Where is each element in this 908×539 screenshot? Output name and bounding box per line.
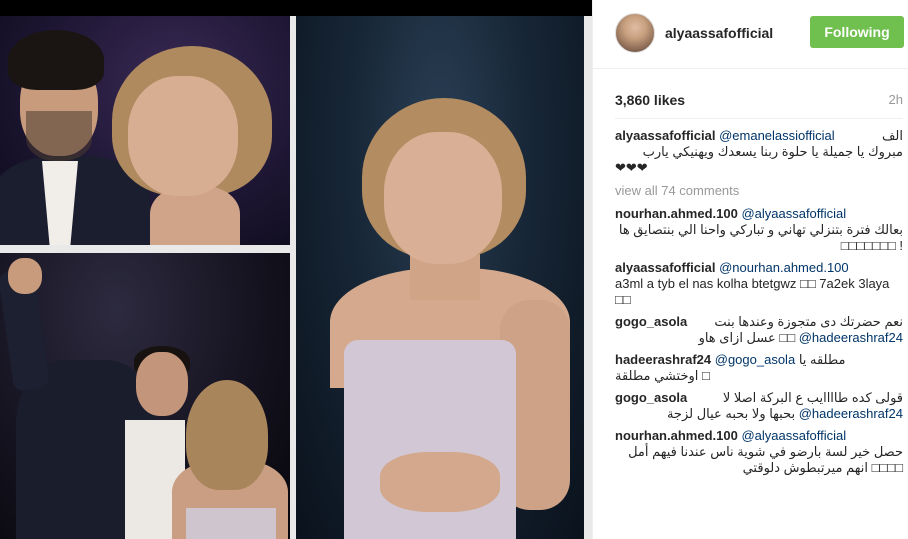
comment-mention[interactable]: @alyaassafofficial — [741, 428, 846, 443]
post-header: alyaassafofficial Following — [593, 0, 908, 69]
woman-face — [384, 132, 502, 264]
post-age[interactable]: 2h — [889, 92, 903, 107]
comment-mention[interactable]: @hadeerashraf24 — [799, 330, 903, 345]
woman-hand — [380, 452, 500, 512]
comment-item: gogo_asola قولى كده طاااايب ع البركة اصل… — [615, 390, 903, 422]
comment-username[interactable]: alyaassafofficial — [615, 128, 715, 143]
comment-text: مطلقه يا — [798, 352, 846, 367]
comment-text: الف — [881, 128, 903, 143]
post-info-panel: alyaassafofficial Following 3,860 likes … — [592, 0, 908, 539]
comment-text: قولى كده طاااايب ع البركة اصلا لا — [722, 390, 903, 405]
heart-emojis: ❤❤❤ — [615, 160, 648, 175]
comment-mention[interactable]: @alyaassafofficial — [741, 206, 846, 221]
man-face — [136, 352, 188, 416]
woman-face — [128, 76, 238, 196]
comment-text: بعالك فترة بتنزلي تهاني و تباركي واحنا ا… — [618, 222, 903, 253]
comment-item: alyaassafofficial @nourhan.ahmed.100 a3m… — [615, 260, 903, 308]
woman-hair — [186, 380, 268, 490]
collage-photo-couple-closeup — [0, 16, 290, 245]
comments-list: alyaassafofficial @emanelassiofficial ال… — [615, 128, 903, 482]
collage-photo-selfie — [0, 253, 290, 539]
likes-count[interactable]: 3,860 likes — [615, 92, 685, 108]
image-top-border — [0, 0, 592, 16]
avatar[interactable] — [615, 13, 655, 53]
comment-mention[interactable]: @gogo_asola — [715, 352, 795, 367]
hand-holding-phone — [8, 258, 42, 294]
comment-username[interactable]: alyaassafofficial — [615, 260, 715, 275]
comment-username[interactable]: gogo_asola — [615, 314, 687, 329]
comment-text: حصل خير لسة بارضو في شوية ناس عندنا فيهم… — [628, 444, 903, 475]
comment-text: □ اوختشي مطلقة — [615, 368, 710, 383]
comment-text: عسل ازاى هاو □□ — [698, 330, 796, 345]
comment-username[interactable]: nourhan.ahmed.100 — [615, 428, 738, 443]
comment-mention[interactable]: @hadeerashraf24 — [799, 406, 903, 421]
post-meta: 3,860 likes 2h — [593, 82, 908, 118]
comment-text: مبروك يا جميلة يا حلوة ربنا يسعدك ويهنيك… — [642, 144, 903, 159]
comment-mention[interactable]: @emanelassiofficial — [719, 128, 835, 143]
following-button[interactable]: Following — [810, 16, 904, 48]
post-image[interactable] — [0, 0, 592, 539]
man-hair — [8, 30, 104, 90]
view-all-comments-link[interactable]: view all 74 comments — [615, 183, 903, 198]
divider — [615, 118, 903, 119]
post-username[interactable]: alyaassafofficial — [665, 25, 773, 41]
comment-username[interactable]: gogo_asola — [615, 390, 687, 405]
comment-text: نعم حضرتك دى متجوزة وعندها بنت — [714, 314, 903, 329]
comment-item: gogo_asola نعم حضرتك دى متجوزة وعندها بن… — [615, 314, 903, 346]
comment-item: nourhan.ahmed.100 @alyaassafofficial حصل… — [615, 428, 903, 476]
comment-text: a3ml a tyb el nas kolha btetgwz □□ 7a2ek… — [615, 276, 890, 307]
comment-item: hadeerashraf24 @gogo_asola مطلقه يا □ او… — [615, 352, 903, 384]
man-beard — [26, 111, 92, 161]
collage-photo-portrait — [296, 16, 584, 539]
comment-mention[interactable]: @nourhan.ahmed.100 — [719, 260, 849, 275]
comment-text: بحبها ولا بحبه عيال لزجة — [666, 406, 796, 421]
comment-username[interactable]: nourhan.ahmed.100 — [615, 206, 738, 221]
comment-item: nourhan.ahmed.100 @alyaassafofficial بعا… — [615, 206, 903, 254]
caption: alyaassafofficial @emanelassiofficial ال… — [615, 128, 903, 176]
woman-dress — [186, 508, 276, 539]
comment-username[interactable]: hadeerashraf24 — [615, 352, 711, 367]
